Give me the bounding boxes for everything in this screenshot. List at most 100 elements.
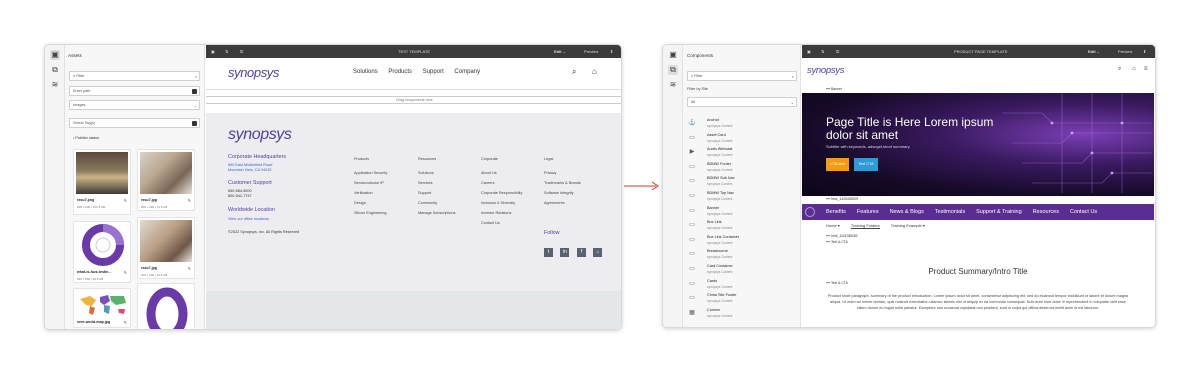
preview-button[interactable]: Preview bbox=[1118, 48, 1132, 55]
breadcrumb-home[interactable]: Home bbox=[826, 223, 837, 228]
component-item[interactable]: ▦ Column synopsys Content bbox=[687, 307, 797, 323]
filter-by-site-label: Filter by Site bbox=[687, 87, 709, 91]
filter-input[interactable]: ⌕ Filter × bbox=[69, 71, 200, 81]
component-item[interactable]: ▭ Breadcrumb synopsys Content bbox=[687, 248, 797, 264]
cart-icon[interactable]: ⌂ bbox=[592, 67, 597, 76]
page-settings-icon[interactable]: ⇅ bbox=[821, 48, 824, 55]
mode-select[interactable]: Edit ⌄ bbox=[554, 48, 566, 55]
path-input[interactable]: Enter path bbox=[69, 86, 200, 96]
publish-icon[interactable]: ⬆ bbox=[610, 48, 613, 55]
asset-card[interactable]: rxsu7.jpg 300 x 320 | 14.6 KB ✎ bbox=[137, 217, 195, 279]
cta-primary-button[interactable]: CTA text bbox=[826, 158, 849, 171]
asset-card[interactable]: rxsu7.png 908 x 630 | 702.3 KB ✎ bbox=[73, 149, 131, 215]
component-icon: ▭ bbox=[689, 266, 695, 272]
component-item[interactable]: ▭ BDMW Top Nav synopsys Content bbox=[687, 190, 797, 206]
twitter-icon[interactable]: t bbox=[544, 248, 553, 257]
subnav-item[interactable]: Contact Us bbox=[1070, 209, 1097, 215]
site-select[interactable]: All ⌄ bbox=[687, 97, 797, 107]
filter-input[interactable]: ⌕ Filter × bbox=[687, 71, 797, 81]
component-name: BDMW Sub Nav bbox=[707, 176, 735, 181]
mode-select[interactable]: Edit ⌄ bbox=[1088, 48, 1100, 55]
nav-company[interactable]: Company bbox=[454, 69, 480, 75]
component-item[interactable]: ▭ China Site Footer synopsys Content bbox=[687, 292, 797, 308]
cart-icon[interactable]: ⌂ bbox=[1132, 66, 1136, 72]
cta-secondary-button[interactable]: Text CTA bbox=[854, 158, 878, 171]
breadcrumb-training-folders[interactable]: Training Folders bbox=[850, 223, 880, 229]
component-site: synopsys Content bbox=[707, 299, 733, 304]
toggle-panel-icon[interactable]: ▣ bbox=[807, 48, 811, 55]
component-item[interactable]: ▶ Audio Webcast synopsys Content bbox=[687, 146, 797, 162]
components-icon[interactable]: ⧉ bbox=[668, 65, 678, 75]
asset-card[interactable]: rxsu7.jpg 300 x 320 | 14.6 KB ✎ bbox=[137, 149, 195, 211]
asset-thumbnail bbox=[140, 152, 192, 194]
component-item[interactable]: ▭ Box Link synopsys Content bbox=[687, 219, 797, 235]
linkedin-icon[interactable]: in bbox=[560, 248, 570, 257]
content-tree-icon[interactable]: ⧉ bbox=[50, 65, 60, 75]
edit-icon[interactable]: ✎ bbox=[124, 320, 127, 325]
asset-card[interactable]: what-is-fuzz-testin... 640 x 960 | 29.6 … bbox=[73, 221, 131, 283]
component-item[interactable]: ⚓ Anchor synopsys Content bbox=[687, 117, 797, 133]
clear-icon[interactable]: × bbox=[792, 74, 794, 79]
layers-icon[interactable]: ≋ bbox=[50, 80, 60, 90]
page-settings-icon[interactable]: ⇅ bbox=[225, 48, 228, 55]
nav-products[interactable]: Products bbox=[388, 69, 412, 75]
nav-solutions[interactable]: Solutions bbox=[353, 69, 378, 75]
publish-icon[interactable]: ⬆ bbox=[1143, 48, 1146, 55]
search-icon[interactable]: ⌕ bbox=[1118, 66, 1121, 73]
path-checkbox[interactable] bbox=[192, 89, 197, 94]
footer-logo[interactable]: synopsys bbox=[228, 126, 292, 144]
asset-card[interactable]: sere-world-map.jpg ✎ bbox=[73, 288, 131, 328]
asset-thumbnail bbox=[140, 286, 192, 329]
publish-status-toggle[interactable]: › Publish status bbox=[73, 136, 99, 140]
edit-icon[interactable]: ✎ bbox=[124, 270, 127, 275]
component-item[interactable]: ▭ Box Link Container synopsys Content bbox=[687, 234, 797, 250]
subnav-item[interactable]: News & Blogs bbox=[890, 209, 924, 215]
subnav-item[interactable]: Resources bbox=[1033, 209, 1059, 215]
community-icon[interactable]: ⌂ bbox=[593, 248, 603, 257]
component-item[interactable]: ▭ BDMW Footer synopsys Content bbox=[687, 161, 797, 177]
asset-thumbnail bbox=[76, 291, 128, 317]
component-item[interactable]: ▭ Cards synopsys Content bbox=[687, 278, 797, 294]
hq-address[interactable]: 690 East Middlefield Road Mountain View,… bbox=[228, 163, 348, 173]
component-item[interactable]: ▭ Banner synopsys Content bbox=[687, 205, 797, 221]
menu-icon[interactable]: ≡ bbox=[1144, 66, 1148, 72]
subnav-item[interactable]: Testimonials bbox=[935, 209, 965, 215]
component-icon: ▭ bbox=[689, 178, 695, 185]
edit-icon[interactable]: ✎ bbox=[188, 266, 191, 271]
clear-icon[interactable]: × bbox=[195, 74, 197, 79]
asset-card[interactable] bbox=[137, 283, 195, 329]
synopsys-logo[interactable]: synopsys bbox=[807, 65, 845, 76]
layers-icon[interactable]: ≋ bbox=[668, 80, 678, 90]
component-item[interactable]: ▭ BDMW Sub Nav synopsys Content bbox=[687, 175, 797, 191]
office-locations-link[interactable]: View our office locations bbox=[228, 217, 348, 221]
annotate-icon[interactable]: ⎚ bbox=[836, 48, 839, 55]
synopsys-logo[interactable]: synopsys bbox=[228, 65, 279, 80]
toggle-panel-icon[interactable]: ▣ bbox=[211, 48, 215, 55]
preview-button[interactable]: Preview bbox=[584, 48, 598, 55]
subnav-item[interactable]: Support & Training bbox=[976, 209, 1022, 215]
nav-support[interactable]: Support bbox=[423, 69, 444, 75]
search-icon[interactable]: ⌕ bbox=[572, 67, 576, 77]
breadcrumb-training-example[interactable]: Training Example bbox=[891, 223, 922, 228]
type-select[interactable]: Images ⌄ bbox=[69, 100, 200, 110]
edit-icon[interactable]: ✎ bbox=[124, 198, 127, 203]
page-bottom-area bbox=[206, 291, 621, 329]
assets-icon[interactable]: ▣ bbox=[668, 50, 678, 60]
subnav-item[interactable]: Features bbox=[857, 209, 879, 215]
edit-icon[interactable]: ✎ bbox=[188, 198, 191, 203]
left-editor-window: ▣ ⧉ ≋ Assets ⌕ Filter × Enter path Images… bbox=[44, 44, 622, 330]
annotate-icon[interactable]: ⎚ bbox=[240, 48, 243, 55]
facebook-icon[interactable]: f bbox=[576, 248, 586, 257]
subnav-item[interactable]: Benefits bbox=[826, 209, 846, 215]
component-name: BDMW Top Nav bbox=[707, 191, 734, 195]
tags-input[interactable]: Select Tag(s) bbox=[69, 118, 200, 128]
footer-col-products: Products Application Security Semiconduc… bbox=[354, 157, 388, 215]
page-canvas: synopsys ⌕ ⌂ ≡ ━━ Banner Page Title is H… bbox=[802, 58, 1154, 327]
tags-checkbox[interactable] bbox=[192, 121, 197, 126]
side-rail: ▣ ⧉ ≋ bbox=[663, 45, 683, 327]
drop-zone[interactable]: Drag components here bbox=[206, 96, 621, 104]
component-item[interactable]: ▭ Card Container synopsys Content bbox=[687, 263, 797, 279]
assets-icon[interactable]: ▣ bbox=[50, 50, 60, 60]
component-item[interactable]: ▭ Asset Card synopsys Content bbox=[687, 132, 797, 148]
nav-home-icon[interactable] bbox=[805, 207, 815, 217]
